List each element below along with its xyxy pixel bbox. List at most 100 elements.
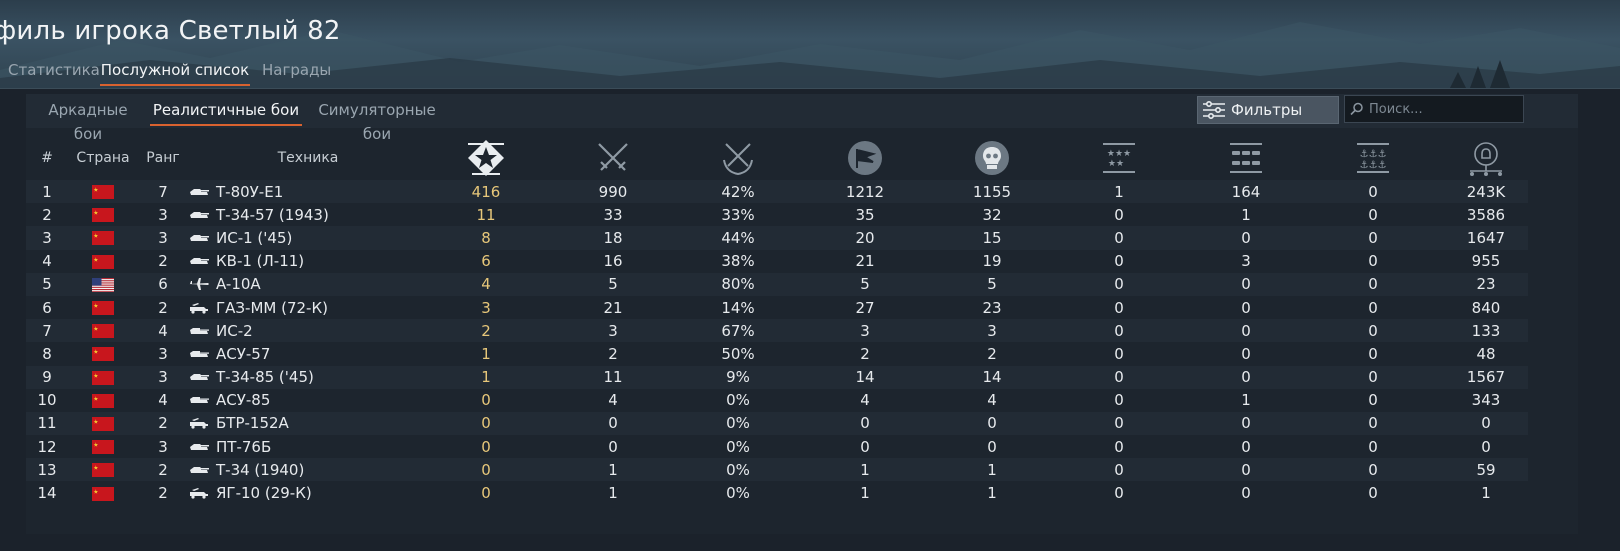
row-vehicle[interactable]: Т-34 (1940) <box>188 458 428 482</box>
col-header-naval-kills[interactable]: ⚓⚓⚓ ⚓⚓⚓ <box>1302 136 1444 180</box>
table-row[interactable]: 5 6 A-10A 4 5 80% 5 5 0 0 0 23 <box>26 272 1528 296</box>
row-rank: 3 <box>138 203 188 227</box>
row-win-rate: 67% <box>682 319 794 343</box>
filters-button[interactable]: Фильтры <box>1197 96 1339 124</box>
table-row[interactable]: 7 4 ИС-2 2 3 67% 3 3 0 0 0 133 <box>26 319 1528 343</box>
row-naval-kills: 0 <box>1302 319 1444 343</box>
row-naval-kills: 0 <box>1302 365 1444 389</box>
row-country-flag <box>68 295 138 320</box>
row-naval-kills: 0 <box>1302 458 1444 482</box>
row-vehicle[interactable]: КВ-1 (Л-11) <box>188 249 428 273</box>
table-row[interactable]: 6 2 ГАЗ-ММ (72-К) 3 21 14% 27 23 0 0 0 840 <box>26 295 1528 320</box>
row-vehicle[interactable]: Т-34-57 (1943) <box>188 203 428 227</box>
row-ground-kills: 0 <box>1190 342 1302 366</box>
col-header-index[interactable]: # <box>26 136 68 180</box>
row-research: 23 <box>1444 272 1528 296</box>
row-vehicle[interactable]: A-10A <box>188 272 428 296</box>
row-naval-kills: 0 <box>1302 481 1444 505</box>
row-battles: 1 <box>544 481 682 505</box>
vehicle-name: A-10A <box>216 275 261 294</box>
tank-icon <box>190 466 209 473</box>
ussr-flag-icon <box>92 347 114 362</box>
table-row[interactable]: 2 3 Т-34-57 (1943) 11 33 33% 35 32 0 1 0 3586 <box>26 203 1528 227</box>
row-naval-kills: 0 <box>1302 295 1444 320</box>
row-vehicle[interactable]: ГАЗ-ММ (72-К) <box>188 295 428 320</box>
row-country-flag <box>68 226 138 250</box>
col-header-country[interactable]: Страна <box>68 136 138 180</box>
table-row[interactable]: 9 3 Т-34-85 ('45) 1 11 9% 14 14 0 0 0 1567 <box>26 365 1528 389</box>
table-row[interactable]: 1 7 Т-80У-Е1 416 990 42% 1212 1155 1 164 0 243K <box>26 180 1528 204</box>
profile-banner: филь игрока Светлый 82 Статистика Послуж… <box>0 0 1620 89</box>
row-kills: 11 <box>428 203 544 227</box>
col-header-win-rate[interactable] <box>682 136 794 180</box>
row-battles: 21 <box>544 295 682 320</box>
row-country-flag <box>68 203 138 227</box>
row-country-flag <box>68 388 138 412</box>
col-header-vehicle[interactable]: Техника <box>188 136 428 180</box>
row-deaths: 4 <box>936 388 1048 412</box>
row-rank: 2 <box>138 249 188 273</box>
table-row[interactable]: 14 2 ЯГ-10 (29-К) 0 1 0% 1 1 0 0 0 1 <box>26 481 1528 505</box>
row-vehicle[interactable]: Т-80У-Е1 <box>188 180 428 204</box>
table-row[interactable]: 12 3 ПТ-76Б 0 0 0% 0 0 0 0 0 0 <box>26 435 1528 459</box>
tab-realistic-battles[interactable]: Реалистичные бои <box>150 98 302 126</box>
col-header-ground-kills[interactable] <box>1190 136 1302 180</box>
search-box[interactable] <box>1344 95 1524 123</box>
row-deaths: 15 <box>936 226 1048 250</box>
col-header-battles[interactable] <box>544 136 682 180</box>
tank-icon <box>190 211 209 218</box>
stars-row-icon: ★★★ ★★ <box>1103 143 1135 173</box>
tab-arcade-battles[interactable]: Аркадные бои <box>36 98 140 143</box>
col-header-missions[interactable] <box>794 136 936 180</box>
search-input[interactable] <box>1367 100 1521 118</box>
table-row[interactable]: 3 3 ИС-1 ('45) 8 18 44% 20 15 0 0 0 1647 <box>26 226 1528 250</box>
col-header-research[interactable] <box>1444 136 1528 180</box>
row-air-kills: 0 <box>1048 435 1190 459</box>
row-battles: 16 <box>544 249 682 273</box>
row-battles: 33 <box>544 203 682 227</box>
row-deaths: 19 <box>936 249 1048 273</box>
ussr-flag-icon <box>92 231 114 246</box>
row-naval-kills: 0 <box>1302 272 1444 296</box>
row-air-kills: 0 <box>1048 272 1190 296</box>
table-row[interactable]: 13 2 Т-34 (1940) 0 1 0% 1 1 0 0 0 59 <box>26 458 1528 482</box>
row-vehicle[interactable]: БТР-152А <box>188 411 428 436</box>
tab-service-record[interactable]: Послужной список <box>100 58 250 86</box>
row-rank: 3 <box>138 435 188 459</box>
usa-flag-icon <box>92 277 114 292</box>
row-kills: 416 <box>428 180 544 204</box>
row-missions: 0 <box>794 435 936 459</box>
row-vehicle[interactable]: ПТ-76Б <box>188 435 428 459</box>
row-vehicle[interactable]: АСУ-85 <box>188 388 428 412</box>
table-row[interactable]: 8 3 АСУ-57 1 2 50% 2 2 0 0 0 48 <box>26 342 1528 366</box>
table-row[interactable]: 11 2 БТР-152А 0 0 0% 0 0 0 0 0 0 <box>26 411 1528 436</box>
row-deaths: 0 <box>936 435 1048 459</box>
tab-awards[interactable]: Награды <box>262 58 331 86</box>
row-battles: 18 <box>544 226 682 250</box>
row-air-kills: 0 <box>1048 458 1190 482</box>
crossed-swords-icon <box>598 143 628 171</box>
row-vehicle[interactable]: Т-34-85 ('45) <box>188 365 428 389</box>
row-vehicle[interactable]: ИС-1 ('45) <box>188 226 428 250</box>
row-index: 13 <box>26 458 68 482</box>
tab-statistics[interactable]: Статистика <box>8 58 100 86</box>
table-row[interactable]: 4 2 КВ-1 (Л-11) 6 16 38% 21 19 0 3 0 955 <box>26 249 1528 273</box>
col-header-kills[interactable] <box>428 136 544 180</box>
col-header-air-kills[interactable]: ★★★ ★★ <box>1048 136 1190 180</box>
row-air-kills: 0 <box>1048 203 1190 227</box>
row-deaths: 14 <box>936 365 1048 389</box>
row-vehicle[interactable]: ЯГ-10 (29-К) <box>188 481 428 505</box>
row-research: 133 <box>1444 319 1528 343</box>
row-ground-kills: 0 <box>1190 435 1302 459</box>
table-row[interactable]: 10 4 АСУ-85 0 4 0% 4 4 0 1 0 343 <box>26 388 1528 412</box>
row-vehicle[interactable]: ИС-2 <box>188 319 428 343</box>
col-header-deaths[interactable] <box>936 136 1048 180</box>
row-vehicle[interactable]: АСУ-57 <box>188 342 428 366</box>
row-naval-kills: 0 <box>1302 435 1444 459</box>
col-header-rank[interactable]: Ранг <box>138 136 188 180</box>
row-deaths: 3 <box>936 319 1048 343</box>
row-win-rate: 42% <box>682 180 794 204</box>
row-country-flag <box>68 180 138 204</box>
tab-simulator-battles[interactable]: Симуляторные бои <box>310 98 444 143</box>
row-missions: 4 <box>794 388 936 412</box>
